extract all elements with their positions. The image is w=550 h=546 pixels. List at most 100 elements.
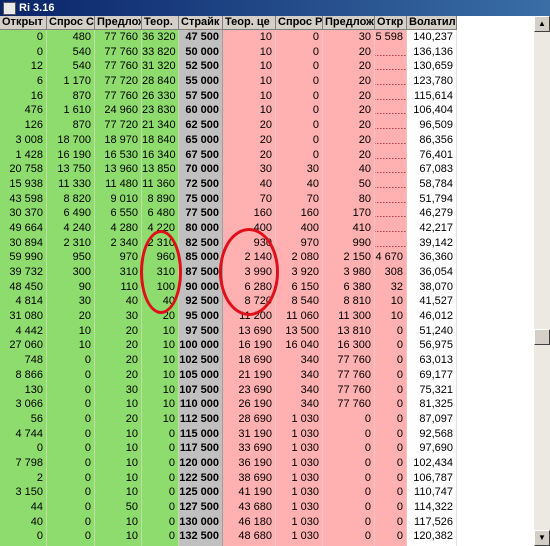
ask-put-cell: 20: [323, 118, 375, 133]
bid-call-cell: 0: [47, 353, 95, 368]
app-icon: [3, 2, 16, 15]
oi-put-cell: [375, 235, 407, 251]
oi-put-cell: 0: [375, 323, 407, 339]
oi-put-cell: 0: [375, 470, 407, 486]
table-row[interactable]: 44 0 50 0 127 500 43 680 1 030 0 0 114,322: [0, 500, 457, 515]
strike-cell: 112 500: [179, 411, 223, 427]
theor-call-cell: 11 360: [142, 176, 179, 192]
table-row[interactable]: 56 0 20 10 112 500 28 690 1 030 0 0 87,097: [0, 411, 457, 427]
bid-call-cell: 0: [47, 529, 95, 545]
table-row[interactable]: 12 540 77 760 31 320 52 500 10 0 20 130,659: [0, 59, 457, 75]
col-theor-put-header[interactable]: Теор. це: [223, 16, 276, 30]
volatility-cell: 120,382: [407, 529, 457, 545]
ask-call-cell: 13 960: [95, 162, 142, 177]
theor-put-cell: 3 990: [223, 265, 276, 280]
oi-call-cell: 20 758: [0, 162, 47, 177]
theor-put-cell: 160: [223, 206, 276, 221]
table-row[interactable]: 16 870 77 760 26 330 57 500 10 0 20 115,614: [0, 88, 457, 104]
bid-put-cell: 1 030: [276, 441, 323, 456]
vertical-scrollbar[interactable]: ▲ ▼: [534, 16, 550, 546]
table-row[interactable]: 126 870 77 720 21 340 62 500 20 0 20 96,509: [0, 118, 457, 133]
col-volatility-header[interactable]: Волатил: [407, 16, 457, 30]
bid-call-cell: 540: [47, 44, 95, 60]
table-row[interactable]: 49 664 4 240 4 280 4 220 80 000 400 400 410 42,2…: [0, 220, 457, 236]
oi-put-cell: [375, 220, 407, 236]
table-row[interactable]: 4 814 30 40 40 92 500 8 720 8 540 8 810 10 41,527: [0, 294, 457, 310]
table-row[interactable]: 1 428 16 190 16 530 16 340 67 500 20 0 20 76,401: [0, 147, 457, 163]
bid-put-cell: 160: [276, 206, 323, 221]
ask-put-cell: 20: [323, 88, 375, 104]
table-row[interactable]: 0 480 77 760 36 320 47 500 10 0 30 5 598 140,237: [0, 30, 457, 45]
table-row[interactable]: 43 598 8 820 9 010 8 890 75 000 70 70 80 51,794: [0, 191, 457, 207]
col-open-interest-put-header[interactable]: Откр: [375, 16, 407, 30]
theor-put-cell: 30: [223, 162, 276, 177]
theor-call-cell: 10: [142, 323, 179, 339]
table-row[interactable]: 4 744 0 10 0 115 000 31 190 1 030 0 0 92,568: [0, 426, 457, 442]
col-strike-header[interactable]: Страйк: [179, 16, 223, 30]
ask-call-cell: 20: [95, 353, 142, 368]
table-row[interactable]: 3 008 18 700 18 970 18 840 65 000 20 0 20 86,356: [0, 132, 457, 148]
oi-put-cell: 5 598: [375, 30, 407, 45]
title-bar[interactable]: Ri 3.16: [0, 0, 550, 16]
table-row[interactable]: 2 0 10 0 122 500 38 690 1 030 0 0 106,787: [0, 470, 457, 486]
table-row[interactable]: 30 894 2 310 2 340 2 310 82 500 930 970 990 39,1…: [0, 235, 457, 251]
strike-cell: 55 000: [179, 74, 223, 89]
col-bid-put-header[interactable]: Спрос Р: [276, 16, 323, 30]
bid-put-cell: 0: [276, 147, 323, 163]
table-row[interactable]: 7 798 0 10 0 120 000 36 190 1 030 0 0 102,434: [0, 455, 457, 471]
volatility-cell: 81,325: [407, 397, 457, 412]
oi-put-cell: 0: [375, 338, 407, 354]
volatility-cell: 38,070: [407, 279, 457, 295]
volatility-cell: 97,690: [407, 441, 457, 456]
ask-put-cell: 0: [323, 529, 375, 545]
col-ask-call-header[interactable]: Предлож: [95, 16, 142, 30]
table-row[interactable]: 61 170 77 720 28 840 55 000 10 0 20 123,780: [0, 74, 457, 89]
table-row[interactable]: 15 938 11 330 11 480 11 360 72 500 40 40 50 58,7…: [0, 176, 457, 192]
volatility-cell: 67,083: [407, 162, 457, 177]
col-bid-call-header[interactable]: Спрос С: [47, 16, 95, 30]
table-row[interactable]: 48 450 90 110 100 90 000 6 280 6 150 6 380 32 38,…: [0, 279, 457, 295]
ask-call-cell: 20: [95, 367, 142, 383]
bid-call-cell: 1 170: [47, 74, 95, 89]
table-row[interactable]: 476 1 610 24 960 23 830 60 000 10 0 20 106,404: [0, 103, 457, 119]
ask-call-cell: 4 280: [95, 220, 142, 236]
theor-call-cell: 20: [142, 309, 179, 324]
table-row[interactable]: 0 540 77 760 33 820 50 000 10 0 20 136,136: [0, 44, 457, 60]
table-row[interactable]: 39 732 300 310 310 87 500 3 990 3 920 3 980 308 3…: [0, 265, 457, 280]
table-row[interactable]: 59 990 950 970 960 85 000 2 140 2 080 2 150 4 67…: [0, 250, 457, 265]
table-row[interactable]: 3 150 0 10 0 125 000 41 190 1 030 0 0 110,747: [0, 485, 457, 500]
ask-put-cell: 0: [323, 514, 375, 530]
scroll-thumb[interactable]: [534, 329, 550, 345]
volatility-cell: 46,279: [407, 206, 457, 221]
ask-put-cell: 11 300: [323, 309, 375, 324]
table-row[interactable]: 0 0 10 0 132 500 48 680 1 030 0 0 120,382: [0, 529, 457, 545]
oi-put-cell: [375, 74, 407, 89]
table-row[interactable]: 3 066 0 10 10 110 000 26 190 340 77 760 0 81,325: [0, 397, 457, 412]
theor-put-cell: 930: [223, 235, 276, 251]
theor-put-cell: 10: [223, 88, 276, 104]
table-row[interactable]: 0 0 10 0 117 500 33 690 1 030 0 0 97,690: [0, 441, 457, 456]
col-ask-put-header[interactable]: Предлож: [323, 16, 375, 30]
table-row[interactable]: 30 370 6 490 6 550 6 480 77 500 160 160 170 46,2…: [0, 206, 457, 221]
col-open-interest-call-header[interactable]: Открыт: [0, 16, 47, 30]
oi-put-cell: 0: [375, 441, 407, 456]
ask-put-cell: 77 760: [323, 397, 375, 412]
table-row[interactable]: 130 0 30 10 107 500 23 690 340 77 760 0 75,321: [0, 382, 457, 398]
table-row[interactable]: 40 0 10 0 130 000 46 180 1 030 0 0 117,526: [0, 514, 457, 530]
table-row[interactable]: 31 080 20 30 20 95 000 11 200 11 060 11 300 10 46…: [0, 309, 457, 324]
table-row[interactable]: 4 442 10 20 10 97 500 13 690 13 500 13 810 0 51,2…: [0, 323, 457, 339]
oi-call-cell: 4 442: [0, 323, 47, 339]
strike-cell: 107 500: [179, 382, 223, 398]
ask-put-cell: 170: [323, 206, 375, 221]
table-row[interactable]: 8 866 0 20 10 105 000 21 190 340 77 760 0 69,177: [0, 367, 457, 383]
scroll-down-arrow-icon[interactable]: ▼: [534, 530, 550, 546]
bid-call-cell: 16 190: [47, 147, 95, 163]
strike-cell: 92 500: [179, 294, 223, 310]
theor-call-cell: 21 340: [142, 118, 179, 133]
table-row[interactable]: 748 0 20 10 102 500 18 690 340 77 760 0 63,013: [0, 353, 457, 368]
scroll-up-arrow-icon[interactable]: ▲: [534, 16, 550, 32]
strike-cell: 60 000: [179, 103, 223, 119]
table-row[interactable]: 20 758 13 750 13 960 13 850 70 000 30 30 40 67,0…: [0, 162, 457, 177]
table-row[interactable]: 27 060 10 20 10 100 000 16 190 16 040 16 300 0 56…: [0, 338, 457, 354]
col-theor-call-header[interactable]: Теор.: [142, 16, 179, 30]
